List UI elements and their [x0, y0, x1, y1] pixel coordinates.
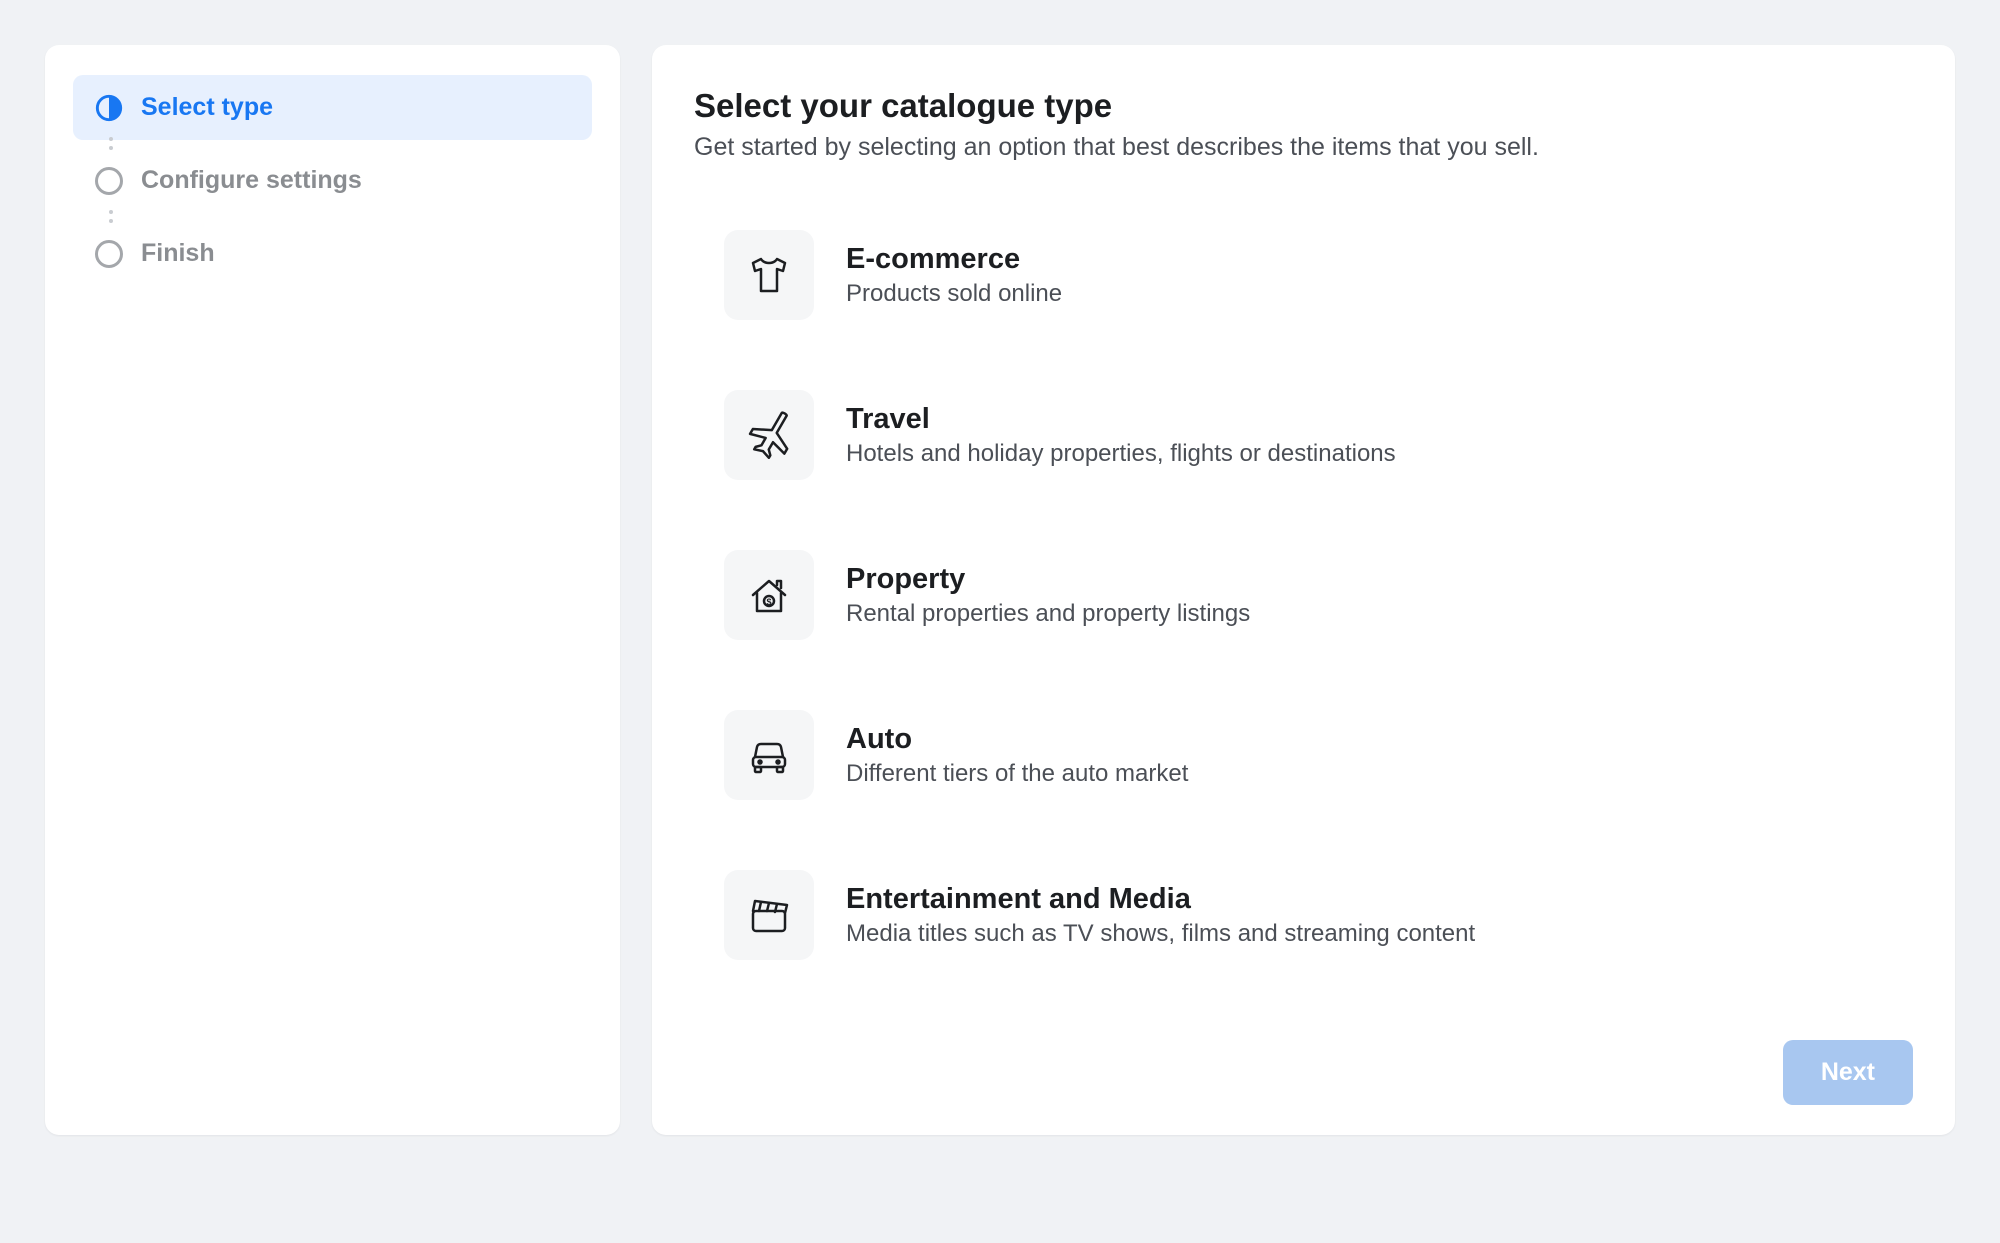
next-button[interactable]: Next — [1783, 1040, 1913, 1105]
sidebar: Select type Configure settings Finish — [45, 45, 620, 1135]
option-auto[interactable]: Auto Different tiers of the auto market — [724, 710, 1913, 800]
empty-circle-icon — [95, 240, 123, 268]
option-entertainment[interactable]: Entertainment and Media Media titles suc… — [724, 870, 1913, 960]
step-label: Select type — [141, 93, 273, 122]
step-select-type[interactable]: Select type — [73, 75, 592, 140]
option-title: Auto — [846, 723, 1913, 756]
house-icon: $ — [724, 550, 814, 640]
option-description: Different tiers of the auto market — [846, 760, 1913, 788]
page-title: Select your catalogue type — [694, 87, 1913, 125]
option-description: Products sold online — [846, 280, 1913, 308]
option-title: Travel — [846, 403, 1913, 436]
page-subtitle: Get started by selecting an option that … — [694, 133, 1913, 162]
option-ecommerce[interactable]: E-commerce Products sold online — [724, 230, 1913, 320]
step-finish[interactable]: Finish — [73, 221, 592, 286]
main-panel: Select your catalogue type Get started b… — [652, 45, 1955, 1135]
shirt-icon — [724, 230, 814, 320]
catalogue-options: E-commerce Products sold online Travel H… — [694, 230, 1913, 960]
option-description: Rental properties and property listings — [846, 600, 1913, 628]
half-circle-icon — [95, 94, 123, 122]
option-description: Hotels and holiday properties, flights o… — [846, 440, 1913, 468]
clapper-icon — [724, 870, 814, 960]
step-label: Finish — [141, 239, 215, 268]
option-title: E-commerce — [846, 243, 1913, 276]
step-configure-settings[interactable]: Configure settings — [73, 148, 592, 213]
option-title: Entertainment and Media — [846, 883, 1913, 916]
empty-circle-icon — [95, 167, 123, 195]
option-description: Media titles such as TV shows, films and… — [846, 920, 1913, 948]
option-title: Property — [846, 563, 1913, 596]
svg-text:$: $ — [766, 597, 771, 607]
car-icon — [724, 710, 814, 800]
option-property[interactable]: $ Property Rental properties and propert… — [724, 550, 1913, 640]
plane-icon — [724, 390, 814, 480]
option-travel[interactable]: Travel Hotels and holiday properties, fl… — [724, 390, 1913, 480]
step-label: Configure settings — [141, 166, 362, 195]
